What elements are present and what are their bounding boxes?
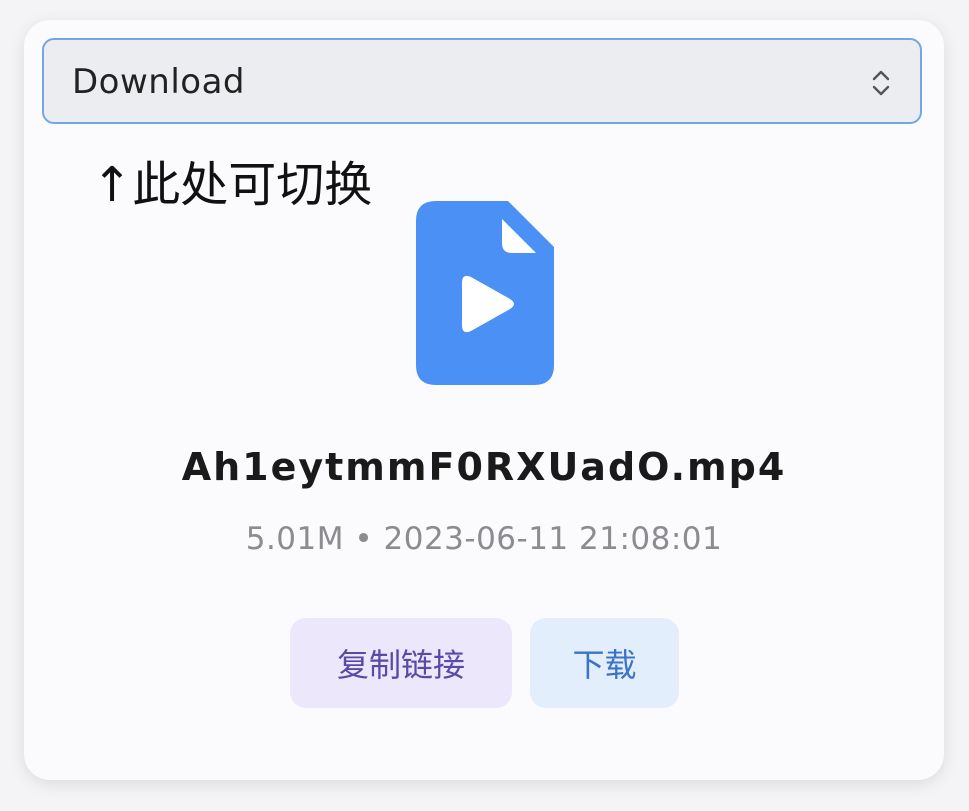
- chevron-up-down-icon: [872, 70, 890, 96]
- download-button[interactable]: 下载: [530, 618, 679, 708]
- switch-hint: ↑此处可切换: [92, 157, 373, 213]
- file-card: Download ↑此处可切换 Ah1eytmmF0RXUadO.mp4 5.0…: [24, 20, 944, 780]
- copy-link-button[interactable]: 复制链接: [290, 618, 512, 708]
- file-name: Ah1eytmmF0RXUadO.mp4: [181, 445, 787, 489]
- mode-select[interactable]: Download: [42, 38, 922, 124]
- video-file-icon: [416, 201, 554, 385]
- file-meta: 5.01M • 2023-06-11 21:08:01: [245, 521, 723, 557]
- mode-select-value: Download: [72, 62, 246, 102]
